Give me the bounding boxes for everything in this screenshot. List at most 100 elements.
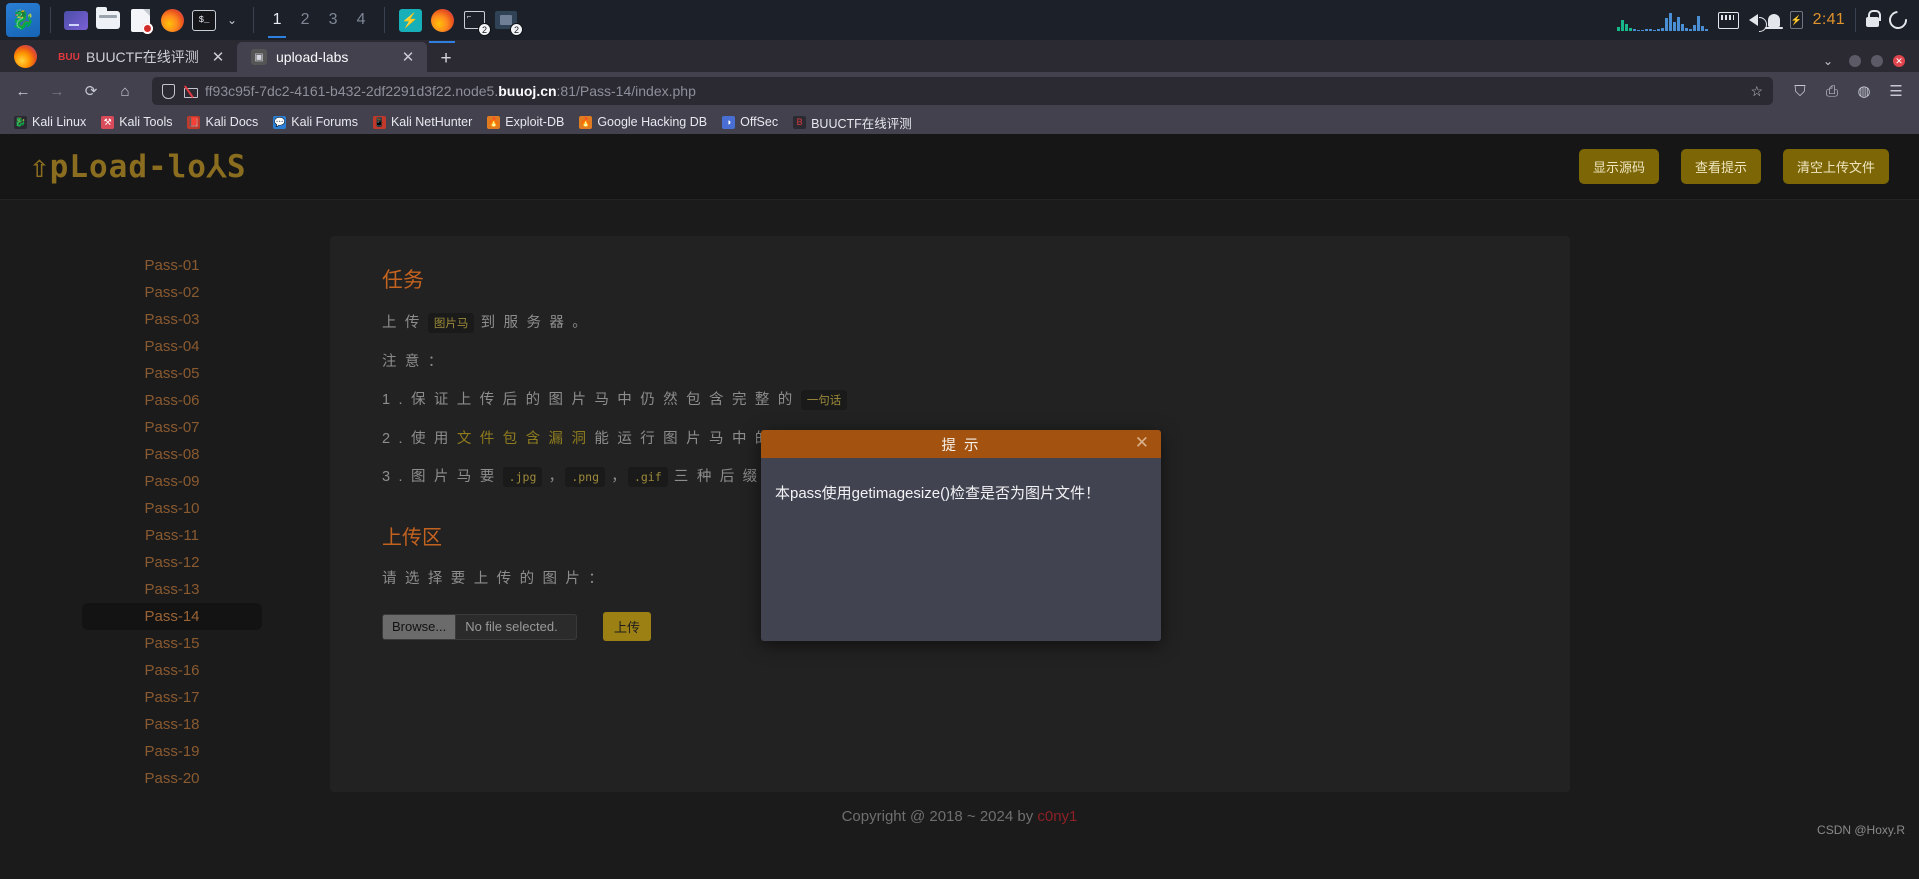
sidebar-item-pass-11[interactable]: Pass-11: [82, 522, 262, 549]
app-menu-icon[interactable]: ☰: [1881, 76, 1911, 106]
maximize-button[interactable]: [1871, 55, 1883, 67]
workspace-2[interactable]: 2: [292, 3, 318, 38]
bookmark-google-hacking-db[interactable]: 🔥 Google Hacking DB: [573, 113, 713, 131]
flame-icon: 🔥: [579, 115, 593, 129]
workspace-1[interactable]: 1: [264, 3, 290, 38]
author-link[interactable]: c0ny1: [1037, 808, 1077, 825]
sidebar-item-pass-12[interactable]: Pass-12: [82, 549, 262, 576]
sidebar-item-pass-07[interactable]: Pass-07: [82, 414, 262, 441]
tab-close-icon[interactable]: ✕: [209, 48, 227, 66]
docs-icon: 📕: [187, 115, 201, 129]
home-icon[interactable]: ⌂: [110, 76, 140, 106]
tab-buuctf[interactable]: BUU BUUCTF在线评测 ✕: [47, 42, 237, 72]
files-icon[interactable]: [61, 5, 91, 35]
site-logo[interactable]: ⇧pLoad-lo⅄S: [30, 149, 247, 185]
network-icon[interactable]: [1717, 11, 1739, 29]
tab-upload-labs[interactable]: ▣ upload-labs ✕: [237, 42, 427, 72]
folder-icon[interactable]: [93, 5, 123, 35]
save-to-pocket-icon[interactable]: ⛉: [1785, 76, 1815, 106]
sidebar-item-pass-15[interactable]: Pass-15: [82, 630, 262, 657]
close-window-button[interactable]: ✕: [1893, 55, 1905, 67]
url-bar[interactable]: ff93c95f-7dc2-4161-b432-2df2291d3f22.nod…: [152, 77, 1773, 105]
browse-button[interactable]: Browse...: [383, 614, 457, 639]
bookmark-kali-docs[interactable]: 📕 Kali Docs: [181, 113, 264, 131]
notification-icon[interactable]: [1764, 13, 1783, 29]
bookmark-kali-nethunter[interactable]: 📱 Kali NetHunter: [367, 113, 478, 131]
dialog-title: 提 示: [941, 437, 981, 454]
tracking-protection-icon[interactable]: [162, 83, 175, 99]
upload-submit-button[interactable]: 上传: [603, 612, 652, 641]
tab-label: BUUCTF在线评测: [86, 49, 199, 65]
sidebar-item-pass-02[interactable]: Pass-02: [82, 279, 262, 306]
buuctf-icon: B: [793, 115, 807, 129]
clear-uploads-button[interactable]: 清空上传文件: [1782, 149, 1889, 184]
lock-icon[interactable]: [1866, 10, 1881, 27]
show-source-button[interactable]: 显示源码: [1578, 149, 1659, 184]
account-icon[interactable]: ◍: [1849, 76, 1879, 106]
reload-icon[interactable]: ⟳: [76, 76, 106, 106]
logout-icon[interactable]: [1885, 7, 1911, 33]
clock[interactable]: 2:41: [1813, 11, 1845, 29]
sidebar-item-pass-10[interactable]: Pass-10: [82, 495, 262, 522]
sidebar-item-pass-01[interactable]: Pass-01: [82, 252, 262, 279]
bookmark-label: BUUCTF在线评测: [811, 116, 912, 131]
new-tab-button[interactable]: +: [433, 46, 459, 72]
workspace-3[interactable]: 3: [320, 3, 346, 38]
sidebar-item-pass-18[interactable]: Pass-18: [82, 711, 262, 738]
sidebar-item-pass-16[interactable]: Pass-16: [82, 657, 262, 684]
header-actions: 显示源码 查看提示 清空上传文件: [1578, 149, 1889, 184]
bookmark-star-icon[interactable]: ☆: [1750, 83, 1763, 100]
flame-icon: 🔥: [487, 115, 501, 129]
tab-close-icon[interactable]: ✕: [399, 48, 417, 66]
firefox-running-icon[interactable]: [427, 5, 457, 43]
chevron-down-icon[interactable]: ⌄: [221, 13, 243, 27]
back-icon[interactable]: ←: [8, 76, 38, 106]
close-icon[interactable]: ✕: [1135, 434, 1149, 451]
sidebar-item-pass-13[interactable]: Pass-13: [82, 576, 262, 603]
bookmark-kali-forums[interactable]: 💬 Kali Forums: [267, 113, 364, 131]
bookmark-offsec[interactable]: ◑ OffSec: [716, 113, 784, 131]
firefox-icon[interactable]: [157, 5, 187, 35]
sidebar-item-pass-17[interactable]: Pass-17: [82, 684, 262, 711]
document-icon[interactable]: [125, 5, 155, 35]
sidebar-item-pass-08[interactable]: Pass-08: [82, 441, 262, 468]
sidebar-item-pass-19[interactable]: Pass-19: [82, 738, 262, 765]
list-all-tabs-icon[interactable]: ⌄: [1817, 54, 1839, 68]
sidebar-item-pass-09[interactable]: Pass-09: [82, 468, 262, 495]
bookmark-buuctf[interactable]: B BUUCTF在线评测: [787, 111, 918, 134]
terminal-icon[interactable]: $_: [189, 5, 219, 35]
bookmark-label: Kali NetHunter: [390, 115, 473, 129]
navigation-toolbar: ← → ⟳ ⌂ ff93c95f-7dc2-4161-b432-2df2291d…: [0, 72, 1919, 110]
sidebar-item-pass-20[interactable]: Pass-20: [82, 765, 262, 792]
view-hint-button[interactable]: 查看提示: [1680, 149, 1761, 184]
bookmark-label: Kali Tools: [119, 115, 173, 129]
vm-count-badge: 2: [510, 23, 524, 36]
screenshot-icon[interactable]: ⎙: [1817, 76, 1847, 106]
task-item-1: 1 . 保 证 上 传 后 的 图 片 马 中 仍 然 包 含 完 整 的 一句…: [382, 390, 1518, 410]
minimize-button[interactable]: [1849, 55, 1861, 67]
sidebar-item-pass-03[interactable]: Pass-03: [82, 306, 262, 333]
site-header: ⇧pLoad-lo⅄S 显示源码 查看提示 清空上传文件: [0, 134, 1919, 200]
tab-strip: BUU BUUCTF在线评测 ✕ ▣ upload-labs ✕ + ⌄ ✕: [0, 40, 1919, 72]
file-input[interactable]: Browse... No file selected.: [382, 613, 577, 640]
virtual-machine-icon[interactable]: 2: [491, 5, 524, 36]
sidebar-item-pass-06[interactable]: Pass-06: [82, 387, 262, 414]
tools-icon: ⚒: [101, 115, 115, 129]
volume-icon[interactable]: [1748, 14, 1767, 32]
dialog-header: 提 示 ✕: [761, 430, 1161, 458]
bookmark-exploit-db[interactable]: 🔥 Exploit-DB: [481, 113, 570, 131]
burp-icon[interactable]: ⚡: [395, 5, 425, 35]
battery-icon[interactable]: [1789, 11, 1803, 29]
forward-icon[interactable]: →: [42, 76, 72, 106]
kali-menu-icon[interactable]: 🐉: [6, 3, 40, 37]
terminal-window-icon[interactable]: ⌐ 2: [459, 5, 492, 36]
bookmark-kali-linux[interactable]: 🐉 Kali Linux: [8, 113, 92, 131]
page-content: ⇧pLoad-lo⅄S 显示源码 查看提示 清空上传文件 Pass-01 Pas…: [0, 134, 1919, 843]
bookmark-kali-tools[interactable]: ⚒ Kali Tools: [95, 113, 178, 131]
sidebar-item-pass-05[interactable]: Pass-05: [82, 360, 262, 387]
workspace-4[interactable]: 4: [348, 3, 374, 38]
insecure-connection-icon[interactable]: [184, 84, 198, 98]
sidebar-item-pass-04[interactable]: Pass-04: [82, 333, 262, 360]
sidebar-pass-list: Pass-01 Pass-02 Pass-03 Pass-04 Pass-05 …: [0, 236, 330, 792]
sidebar-item-pass-14[interactable]: Pass-14: [82, 603, 262, 630]
